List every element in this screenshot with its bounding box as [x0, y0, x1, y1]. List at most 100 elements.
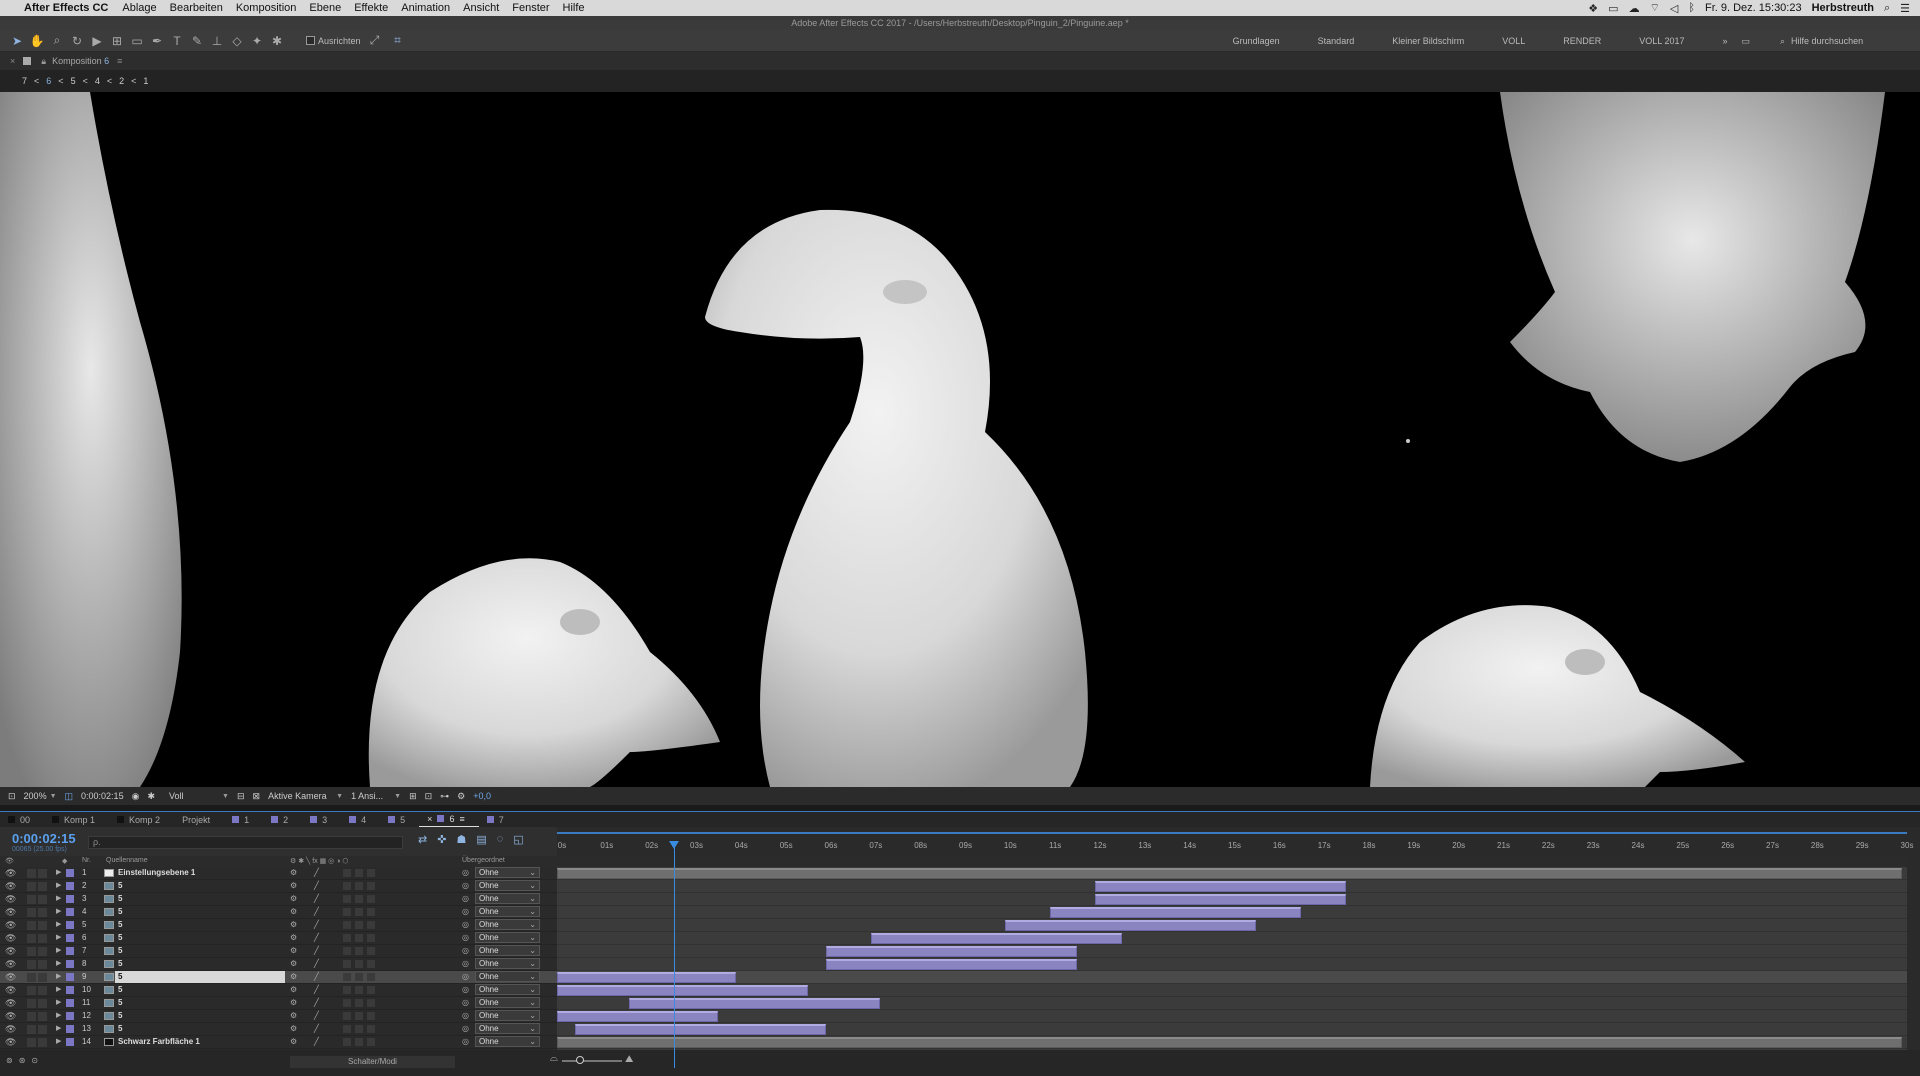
lock-toggle[interactable] — [38, 869, 47, 878]
expand-triangle-icon[interactable]: ▶ — [56, 868, 61, 876]
parent-dropdown[interactable]: Ohne ⌄ — [475, 945, 540, 956]
time-ruler[interactable]: 0s 01s 02s 03s 04s 05s 06s 07s 08s 09s 10s 11s 12s 13… — [557, 827, 1920, 856]
visibility-eye-icon[interactable]: 👁︎ — [5, 1011, 16, 1022]
layer-name[interactable]: 5 — [118, 894, 122, 903]
quality-switch-icon[interactable]: ╱ — [314, 907, 319, 916]
quality-switch-icon[interactable]: ╱ — [314, 933, 319, 942]
layer-row[interactable]: 👁︎ ▶ 2 5 ⚙ ╱ ◎ Ohne ⌄ — [0, 880, 557, 893]
frame-blend-switch[interactable] — [355, 960, 363, 968]
effect-switch[interactable] — [343, 960, 351, 968]
solo-toggle[interactable] — [27, 921, 36, 930]
shy-switch-icon[interactable]: ⚙ — [290, 998, 297, 1007]
layer-name[interactable]: 5 — [118, 1024, 122, 1033]
layer-duration-bar[interactable] — [1095, 894, 1347, 905]
effect-switch[interactable] — [343, 999, 351, 1007]
wifi-icon[interactable]: ⌔ — [1650, 1, 1660, 15]
expand-triangle-icon[interactable]: ▶ — [56, 972, 61, 980]
frame-blend-switch[interactable] — [355, 1038, 363, 1046]
frame-blend-switch[interactable] — [355, 999, 363, 1007]
frame-blending-icon[interactable]: ▤ — [476, 833, 486, 846]
layer-duration-bar[interactable] — [1050, 907, 1302, 918]
cloud-icon[interactable]: ☁ — [1629, 2, 1640, 15]
workspace-grundlagen[interactable]: Grundlagen — [1233, 36, 1280, 46]
layer-name[interactable]: Einstellungsebene 1 — [118, 868, 195, 877]
layer-name[interactable]: 5 — [118, 985, 122, 994]
help-search[interactable]: ⌕ Hilfe durchsuchen — [1780, 36, 1920, 47]
pickwhip-icon[interactable]: ◎ — [462, 959, 469, 968]
shy-switch-icon[interactable]: ⚙ — [290, 933, 297, 942]
quality-switch-icon[interactable]: ╱ — [314, 998, 319, 1007]
visibility-eye-icon[interactable]: 👁︎ — [5, 946, 16, 957]
lock-toggle[interactable] — [38, 947, 47, 956]
layer-row[interactable]: 👁︎ ▶ 3 5 ⚙ ╱ ◎ Ohne ⌄ — [0, 893, 557, 906]
frame-blend-switch[interactable] — [355, 986, 363, 994]
lock-toggle[interactable] — [38, 895, 47, 904]
lock-toggle[interactable] — [38, 1025, 47, 1034]
timeline-tab-komp-1[interactable]: Komp 1 — [44, 812, 109, 828]
label-color-swatch[interactable] — [66, 934, 74, 942]
effect-switch[interactable] — [343, 869, 351, 877]
views-dropdown[interactable]: 1 Ansi... ▼ — [351, 791, 401, 801]
frame-blend-switch[interactable] — [355, 869, 363, 877]
menu-item-ansicht[interactable]: Ansicht — [463, 2, 499, 14]
pickwhip-icon[interactable]: ◎ — [462, 933, 469, 942]
menu-item-hilfe[interactable]: Hilfe — [563, 2, 585, 14]
quality-switch-icon[interactable]: ╱ — [314, 959, 319, 968]
layer-name[interactable]: 5 — [118, 881, 122, 890]
menu-item-ebene[interactable]: Ebene — [309, 2, 341, 14]
bluetooth-icon[interactable]: ᛒ — [1688, 2, 1695, 14]
eraser-tool-icon[interactable]: ◇ — [228, 32, 246, 50]
camera-tool-icon[interactable]: ▶ — [88, 32, 106, 50]
label-color-swatch[interactable] — [66, 1025, 74, 1033]
solo-toggle[interactable] — [27, 999, 36, 1008]
expand-triangle-icon[interactable]: ▶ — [56, 907, 61, 915]
quality-switch-icon[interactable]: ╱ — [314, 985, 319, 994]
label-color-swatch[interactable] — [66, 1012, 74, 1020]
resolution-dropdown[interactable]: Voll ▼ — [169, 791, 229, 801]
layer-name[interactable]: 5 — [118, 1011, 122, 1020]
layer-duration-bar[interactable] — [628, 998, 880, 1009]
frame-blend-switch[interactable] — [355, 934, 363, 942]
shy-switch-icon[interactable]: ⚙ — [290, 881, 297, 890]
shy-switch-icon[interactable]: ⚙ — [290, 959, 297, 968]
timeline-tab-projekt[interactable]: Projekt — [174, 812, 224, 828]
quality-switch-icon[interactable]: ╱ — [314, 881, 319, 890]
motion-blur-switch[interactable] — [367, 869, 375, 877]
rotate-tool-icon[interactable]: ↻ — [68, 32, 86, 50]
timeline-tab-5[interactable]: 5 — [380, 812, 419, 828]
layer-name[interactable]: 5 — [118, 972, 122, 981]
visibility-eye-icon[interactable]: 👁︎ — [5, 998, 16, 1009]
quality-switch-icon[interactable]: ╱ — [314, 972, 319, 981]
visibility-eye-icon[interactable]: 👁︎ — [5, 920, 16, 931]
pickwhip-icon[interactable]: ◎ — [462, 1037, 469, 1046]
expand-triangle-icon[interactable]: ▶ — [56, 985, 61, 993]
dropbox-icon[interactable]: ❖ — [1588, 2, 1598, 15]
label-color-swatch[interactable] — [66, 947, 74, 955]
parent-dropdown[interactable]: Ohne ⌄ — [475, 984, 540, 995]
av-features-icon[interactable]: 👁︎ — [5, 857, 14, 865]
visibility-eye-icon[interactable]: 👁︎ — [5, 985, 16, 996]
solo-toggle[interactable] — [27, 908, 36, 917]
timeline-tab-7[interactable]: 7 — [479, 812, 518, 828]
menu-item-bearbeiten[interactable]: Bearbeiten — [170, 2, 223, 14]
hand-tool-icon[interactable]: ✋ — [28, 32, 46, 50]
layer-name-edit-field[interactable] — [115, 971, 285, 983]
timeline-tab-3[interactable]: 3 — [302, 812, 341, 828]
user-name[interactable]: Herbstreuth — [1812, 2, 1874, 14]
layer-duration-bar[interactable] — [557, 985, 809, 996]
column-parent[interactable]: Übergeordnet — [462, 857, 505, 864]
parent-dropdown[interactable]: Ohne ⌄ — [475, 997, 540, 1008]
shy-switch-icon[interactable]: ⚙ — [290, 1011, 297, 1020]
spotlight-icon[interactable]: ⌕ — [1884, 2, 1890, 15]
motion-blur-switch[interactable] — [367, 934, 375, 942]
reset-exposure-icon[interactable]: ⚙ — [457, 791, 465, 802]
frame-blend-switch[interactable] — [355, 973, 363, 981]
label-column-icon[interactable]: ◆ — [62, 857, 67, 865]
shy-switch-icon[interactable]: ⚙ — [290, 1024, 297, 1033]
parent-dropdown[interactable]: Ohne ⌄ — [475, 893, 540, 904]
pickwhip-icon[interactable]: ◎ — [462, 985, 469, 994]
menu-item-effekte[interactable]: Effekte — [354, 2, 388, 14]
quality-switch-icon[interactable]: ╱ — [314, 894, 319, 903]
roto-brush-tool-icon[interactable]: ✦ — [248, 32, 266, 50]
display-icon[interactable]: ▭ — [1608, 2, 1618, 15]
